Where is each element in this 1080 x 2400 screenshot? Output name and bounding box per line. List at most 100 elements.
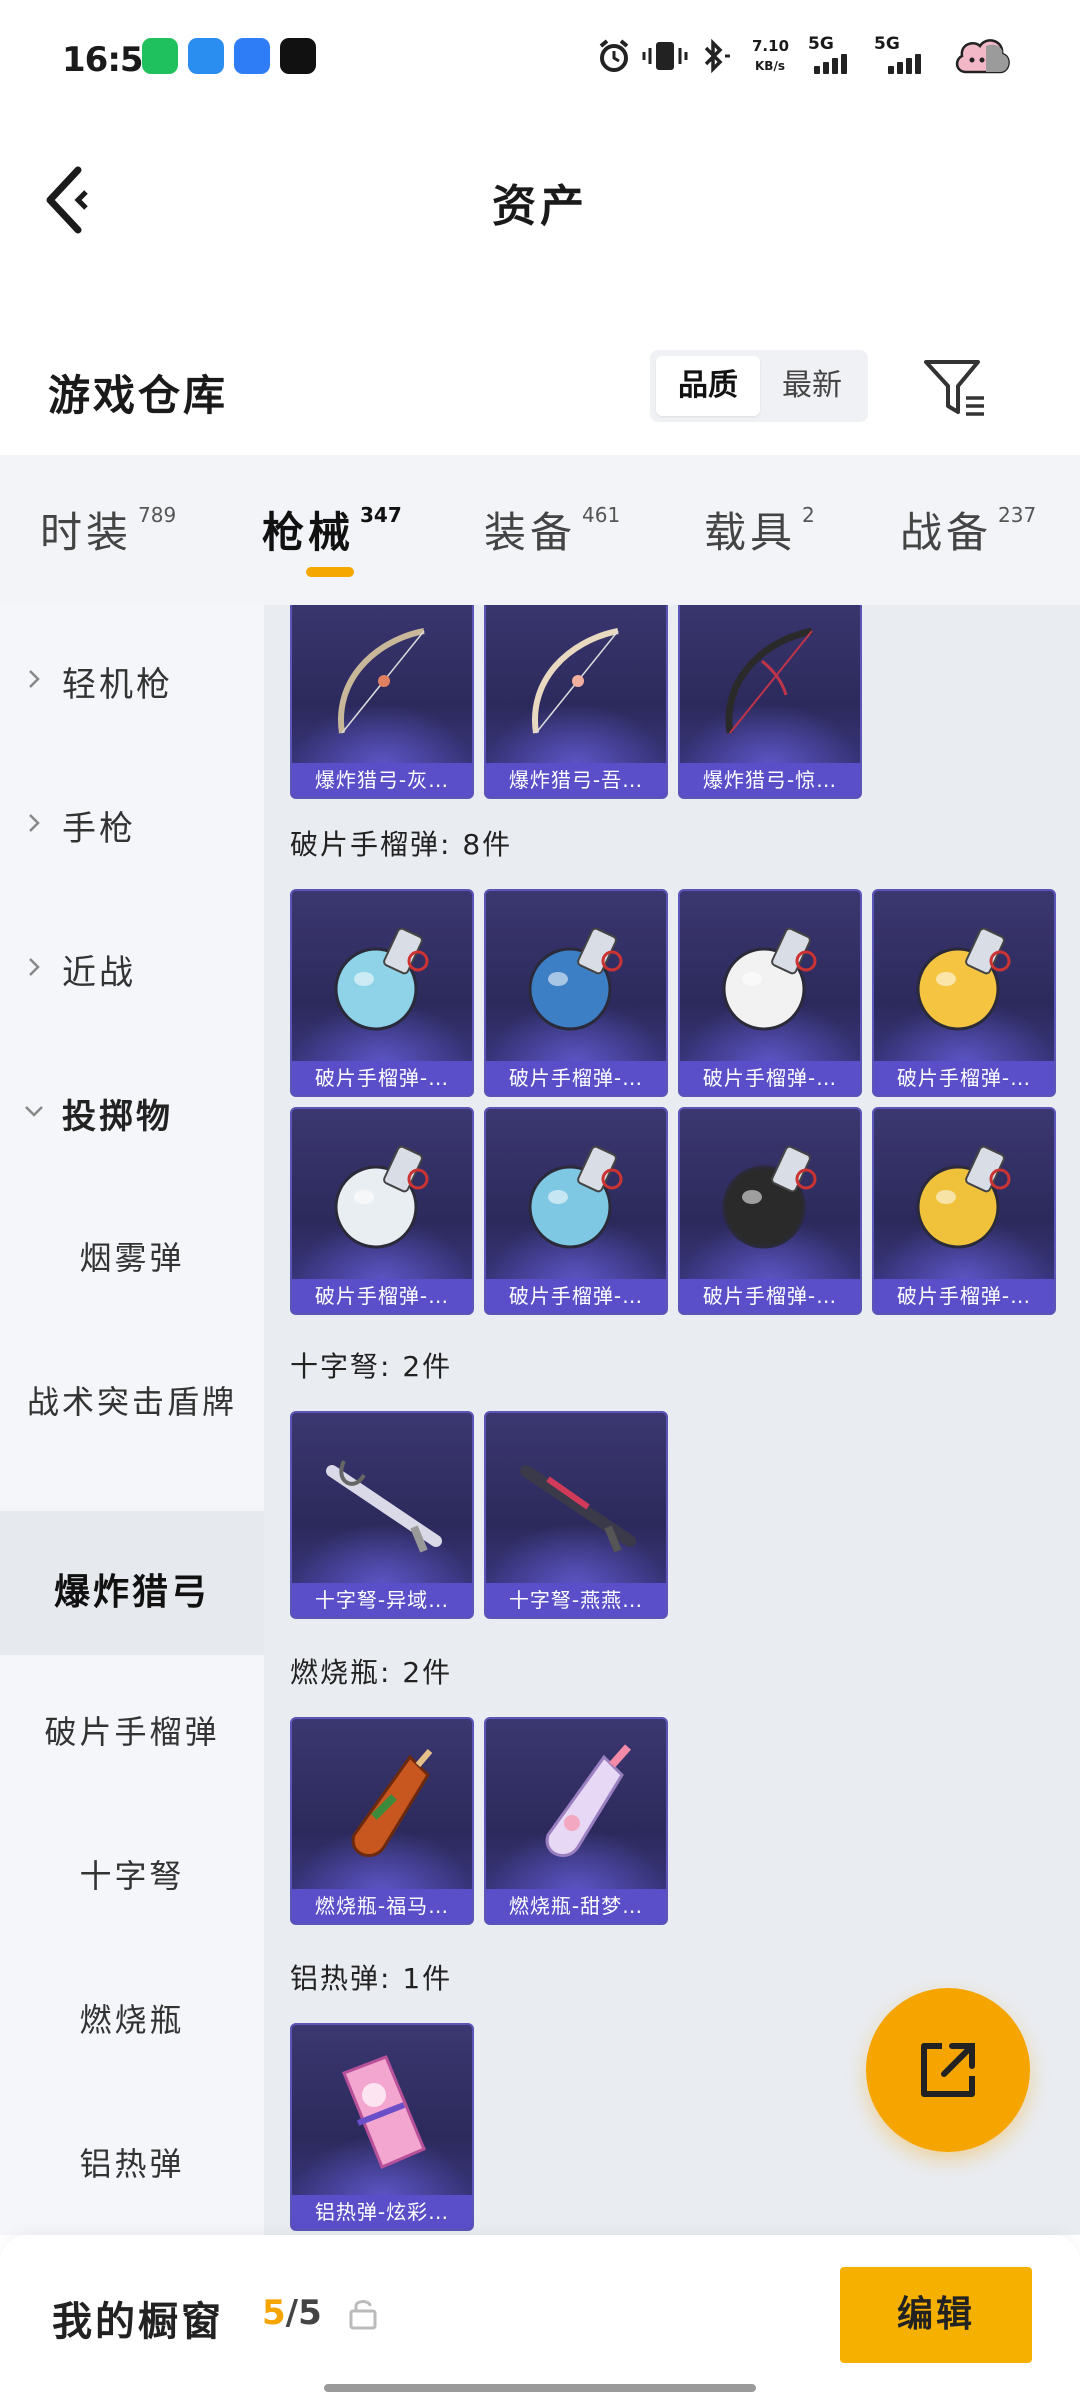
grenade-icon	[334, 927, 429, 1031]
molotov-icon	[545, 1744, 631, 1857]
chevron-right-icon	[29, 814, 40, 832]
network-type-2: 5G	[874, 34, 900, 54]
crossbow-icon	[326, 1460, 442, 1553]
sidebar-item-lmg[interactable]: 轻机枪	[0, 605, 264, 749]
sidebar-item-thermite[interactable]: 铝热弹	[0, 2087, 264, 2231]
group-title-frag-grenade: 破片手榴弹: 8件	[290, 828, 513, 861]
item-card[interactable]: 燃烧瓶-福马…	[290, 1717, 474, 1925]
sort-quality-option[interactable]: 品质	[656, 356, 760, 416]
alarm-icon	[599, 39, 629, 72]
thermite-icon	[342, 2055, 426, 2169]
group-title-thermite: 铝热弹: 1件	[290, 1962, 453, 1995]
share-button[interactable]	[866, 1988, 1030, 2152]
item-label: 燃烧瓶-福马…	[292, 1889, 472, 1923]
network-speed: 7.10 KB/s	[752, 37, 790, 73]
sidebar-item-shield[interactable]: 战术突击盾牌	[0, 1325, 264, 1469]
warehouse-row: 游戏仓库 品质 最新	[0, 330, 1080, 450]
item-label: 十字弩-异域…	[292, 1583, 472, 1617]
item-card[interactable]: 铝热弹-炫彩…	[290, 2023, 474, 2231]
grenade-icon	[916, 1145, 1011, 1249]
item-card[interactable]: 破片手榴弹-…	[290, 1107, 474, 1315]
sidebar-item-frag-grenade[interactable]: 破片手榴弹	[0, 1655, 264, 1799]
grenade-icon	[528, 1145, 623, 1249]
item-card[interactable]: 破片手榴弹-…	[484, 1107, 668, 1315]
grenade-icon	[722, 927, 817, 1031]
item-card[interactable]: 爆炸猎弓-吾…	[484, 605, 668, 799]
showcase-bar: 我的橱窗 5/5 编辑	[0, 2235, 1080, 2400]
item-label: 破片手榴弹-…	[680, 1279, 860, 1313]
vibrate-icon	[642, 42, 688, 70]
showcase-title: 我的橱窗	[52, 2299, 224, 2345]
item-card[interactable]: 破片手榴弹-…	[872, 1107, 1056, 1315]
sort-newest-option[interactable]: 最新	[760, 356, 864, 416]
group-title-crossbow: 十字弩: 2件	[290, 1350, 453, 1383]
item-card[interactable]: 破片手榴弹-…	[872, 889, 1056, 1097]
sidebar-item-crossbow[interactable]: 十字弩	[0, 1799, 264, 1943]
sidebar-item-melee[interactable]: 近战	[0, 893, 264, 1037]
tab-equipment[interactable]: 装备 461	[484, 499, 620, 569]
grenade-icon	[722, 1145, 817, 1249]
showcase-count: 5/5	[262, 2293, 322, 2333]
browser-icon	[188, 38, 224, 74]
item-card[interactable]: 十字弩-燕燕…	[484, 1411, 668, 1619]
item-card[interactable]: 破片手榴弹-…	[678, 1107, 862, 1315]
bow-icon	[725, 627, 813, 734]
sidebar-item-throwables[interactable]: 投掷物	[0, 1037, 264, 1181]
chevron-right-icon	[29, 670, 40, 688]
tab-firearms[interactable]: 枪械 347	[262, 499, 402, 569]
item-card[interactable]: 破片手榴弹-…	[484, 889, 668, 1097]
item-label: 破片手榴弹-…	[292, 1061, 472, 1095]
sidebar-item-molotov[interactable]: 燃烧瓶	[0, 1943, 264, 2087]
tab-vehicles[interactable]: 载具 2	[704, 499, 815, 569]
signal-icon	[814, 54, 850, 74]
chevron-down-icon	[25, 1106, 43, 1117]
item-label: 破片手榴弹-…	[874, 1279, 1054, 1313]
bow-icon	[337, 628, 425, 734]
active-tab-indicator	[306, 567, 354, 577]
item-card[interactable]: 燃烧瓶-甜梦…	[484, 1717, 668, 1925]
battery-icon	[955, 39, 1010, 74]
item-card[interactable]: 破片手榴弹-…	[678, 889, 862, 1097]
item-label: 铝热弹-炫彩…	[292, 2195, 472, 2229]
grenade-icon	[334, 1145, 429, 1249]
item-label: 破片手榴弹-…	[874, 1061, 1054, 1095]
wechat-icon	[142, 38, 178, 74]
tab-supplies[interactable]: 战备 237	[900, 499, 1036, 569]
molotov-icon	[351, 1749, 433, 1857]
signal-icon	[888, 54, 924, 74]
sort-toggle: 品质 最新	[650, 350, 868, 422]
item-label: 爆炸猎弓-灰…	[292, 763, 472, 797]
item-label: 破片手榴弹-…	[486, 1279, 666, 1313]
home-indicator	[324, 2384, 756, 2392]
bluetooth-icon	[704, 38, 730, 74]
group-title-molotov: 燃烧瓶: 2件	[290, 1656, 453, 1689]
crossbow-icon	[520, 1465, 636, 1553]
subcategory-sidebar: 轻机枪 手枪 近战 投掷物 烟雾弹 战术突击盾牌 爆炸猎弓 破片手榴弹 十字弩 …	[0, 605, 264, 2235]
item-label: 破片手榴弹-…	[680, 1061, 860, 1095]
item-card[interactable]: 破片手榴弹-…	[290, 889, 474, 1097]
files-icon	[234, 38, 270, 74]
chevron-right-icon	[29, 958, 40, 976]
lock-icon	[349, 2300, 377, 2330]
item-card[interactable]: 十字弩-异域…	[290, 1411, 474, 1619]
network-type-1: 5G	[808, 34, 834, 54]
grenade-icon	[528, 927, 623, 1031]
tab-fashion[interactable]: 时装 789	[40, 499, 176, 569]
item-label: 破片手榴弹-…	[486, 1061, 666, 1095]
grenade-icon	[916, 927, 1011, 1031]
item-label: 十字弩-燕燕…	[486, 1583, 666, 1617]
edit-button[interactable]: 编辑	[840, 2267, 1032, 2363]
sidebar-item-explosive-bow[interactable]: 爆炸猎弓	[0, 1511, 264, 1655]
deyin-icon	[280, 38, 316, 74]
share-icon	[921, 2043, 975, 2097]
section-title: 游戏仓库	[48, 371, 229, 420]
sidebar-item-pistol[interactable]: 手枪	[0, 749, 264, 893]
category-tabs: 时装 789 枪械 347 装备 461 载具 2 战备 237	[0, 455, 1080, 605]
app-header: 资产	[0, 118, 1080, 278]
item-label: 爆炸猎弓-惊…	[680, 763, 860, 797]
item-label: 破片手榴弹-…	[292, 1279, 472, 1313]
item-card[interactable]: 爆炸猎弓-灰…	[290, 605, 474, 799]
filter-icon[interactable]	[922, 356, 986, 420]
item-card[interactable]: 爆炸猎弓-惊…	[678, 605, 862, 799]
sidebar-item-smoke[interactable]: 烟雾弹	[0, 1181, 264, 1325]
